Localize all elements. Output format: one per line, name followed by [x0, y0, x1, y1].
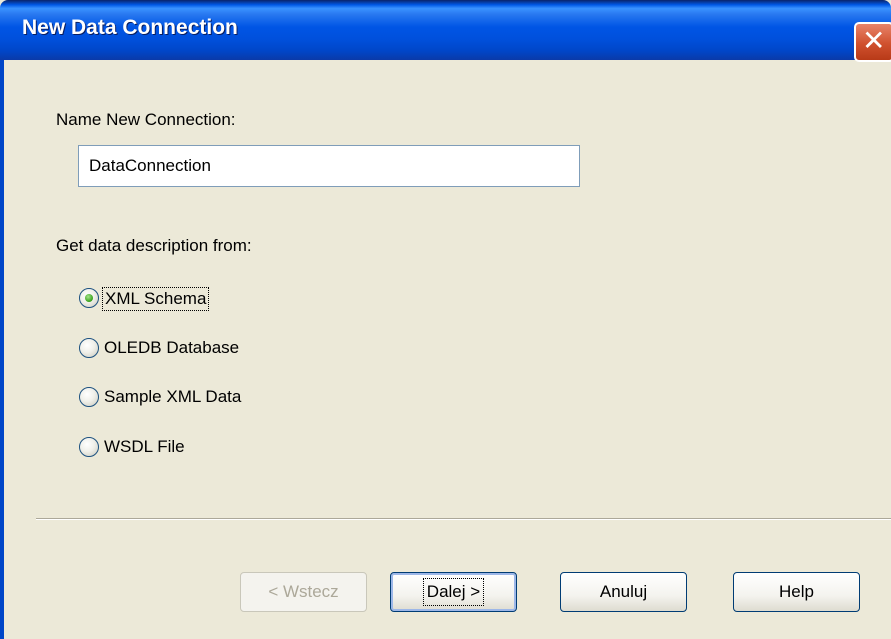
title-bar[interactable]: New Data Connection ✕	[0, 0, 891, 62]
radio-button[interactable]	[79, 387, 99, 407]
cancel-button[interactable]: Anuluj	[560, 572, 687, 612]
radio-button[interactable]	[79, 437, 99, 457]
radio-label: Sample XML Data	[104, 387, 242, 406]
window-border	[0, 60, 4, 639]
radio-label: XML Schema	[102, 287, 210, 311]
dialog-title: New Data Connection	[22, 16, 238, 39]
close-button[interactable]: ✕	[854, 22, 891, 62]
cancel-button-label: Anuluj	[599, 582, 648, 601]
help-button-label: Help	[779, 582, 814, 601]
dialog-window: New Data Connection ✕ Name New Connectio…	[0, 0, 891, 639]
radio-label: OLEDB Database	[104, 338, 240, 357]
radio-label: WSDL File	[104, 437, 185, 456]
back-button-label: < Wstecz	[268, 582, 339, 601]
help-button[interactable]: Help	[733, 572, 860, 612]
radio-button[interactable]	[79, 338, 99, 358]
next-button-label: Dalej >	[422, 578, 485, 606]
close-icon: ✕	[862, 24, 886, 57]
source-label: Get data description from:	[56, 236, 252, 255]
connection-name-input[interactable]: DataConnection	[78, 145, 580, 187]
radio-button-checked[interactable]	[79, 288, 99, 308]
next-button[interactable]: Dalej >	[390, 572, 517, 612]
back-button[interactable]: < Wstecz	[240, 572, 367, 612]
separator	[36, 518, 891, 520]
name-label: Name New Connection:	[56, 110, 236, 129]
